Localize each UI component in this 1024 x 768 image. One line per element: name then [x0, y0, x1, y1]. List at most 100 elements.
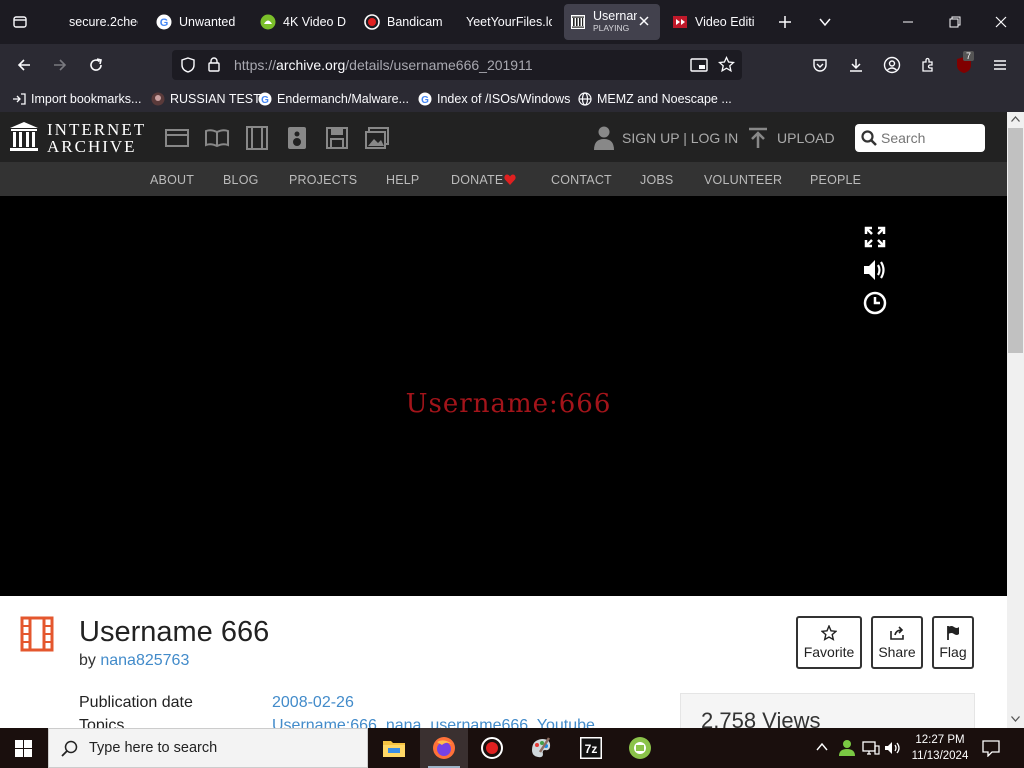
item-title: Username 666 [79, 616, 270, 648]
firefox-icon[interactable] [420, 728, 468, 768]
tab-3[interactable]: Bandicam [364, 4, 448, 40]
url-text[interactable]: https://archive.org/details/username666_… [234, 57, 533, 73]
notification-icon[interactable] [982, 739, 1000, 757]
video-film-icon[interactable] [245, 126, 269, 150]
publication-date-label: Publication date [79, 694, 193, 711]
tab-6[interactable]: Video Editi [672, 4, 758, 40]
taskbar-search-box[interactable]: Type here to search [48, 728, 368, 768]
archive-search-box[interactable] [855, 124, 985, 152]
video-player[interactable]: Username:666 [0, 196, 1007, 596]
texts-book-icon[interactable] [205, 126, 229, 150]
images-icon[interactable] [365, 126, 389, 150]
nav-donate[interactable]: DONATE [451, 173, 503, 187]
new-tab-icon[interactable] [771, 8, 799, 36]
search-icon[interactable] [861, 130, 877, 146]
tab-0[interactable]: secure.2checko [46, 4, 138, 40]
software-disk-icon[interactable] [325, 126, 349, 150]
taskbar-clock[interactable]: 12:27 PM 11/13/2024 [908, 732, 972, 764]
user-icon[interactable] [594, 126, 614, 150]
upload-link[interactable]: UPLOAD [777, 130, 835, 146]
share-button[interactable]: Share [871, 616, 923, 669]
close-tab-icon[interactable] [638, 15, 650, 27]
network-icon[interactable] [862, 740, 880, 756]
fullscreen-icon[interactable] [862, 224, 888, 250]
tab-overview-icon[interactable] [6, 8, 34, 36]
flag-button[interactable]: Flag [932, 616, 974, 669]
nav-jobs[interactable]: JOBS [640, 173, 673, 187]
item-byline: by nana825763 [79, 652, 189, 670]
signup-login-link[interactable]: SIGN UP | LOG IN [622, 130, 738, 146]
bookmark-import[interactable]: Import bookmarks... [12, 90, 141, 108]
restore-icon[interactable] [941, 8, 969, 36]
nav-projects[interactable]: PROJECTS [289, 173, 357, 187]
url-scheme: https:// [234, 57, 277, 73]
forward-arrow-icon[interactable] [46, 51, 74, 79]
nav-about[interactable]: ABOUT [150, 173, 194, 187]
bookmark-label: Endermanch/Malware... [277, 92, 410, 106]
audio-speaker-icon[interactable] [285, 126, 309, 150]
tracking-shield-icon[interactable] [180, 57, 196, 73]
heart-icon [504, 174, 516, 185]
scroll-up-icon[interactable] [1011, 116, 1020, 122]
picture-in-picture-icon[interactable] [690, 57, 708, 73]
archive-logo-text[interactable]: INTERNET ARCHIVE [47, 121, 146, 155]
pocket-icon[interactable] [806, 51, 834, 79]
account-icon[interactable] [878, 51, 906, 79]
views-panel: 2,758 Views [680, 693, 975, 733]
ublock-icon[interactable]: 7 [950, 51, 978, 79]
menu-hamburger-icon[interactable] [986, 51, 1014, 79]
publication-date-value[interactable]: 2008-02-26 [272, 694, 354, 712]
archive-logo-icon[interactable] [10, 122, 38, 152]
google-icon: G [156, 14, 172, 30]
flag-label: Flag [939, 644, 967, 660]
extensions-icon[interactable] [914, 51, 942, 79]
url-path: /details/username666_201911 [345, 57, 533, 73]
bandicam-icon[interactable] [468, 728, 516, 768]
tab-2[interactable]: 4K Video D [260, 4, 346, 40]
volume-icon[interactable] [862, 257, 888, 283]
7zip-icon[interactable]: 7z [567, 728, 615, 768]
favorite-label: Favorite [803, 644, 855, 660]
scrollbar-thumb[interactable] [1008, 128, 1023, 353]
back-arrow-icon[interactable] [10, 51, 38, 79]
nav-people[interactable]: PEOPLE [810, 173, 861, 187]
nav-volunteer[interactable]: VOLUNTEER [704, 173, 782, 187]
lock-icon[interactable] [207, 56, 221, 72]
downloads-icon[interactable] [842, 51, 870, 79]
tray-chevron-up-icon[interactable] [816, 742, 828, 752]
4k-video-downloader-icon[interactable] [616, 728, 664, 768]
windows-start-icon[interactable] [15, 740, 32, 757]
author-link[interactable]: nana825763 [100, 652, 189, 669]
search-input[interactable] [881, 128, 981, 148]
svg-text:G: G [160, 17, 169, 29]
people-tray-icon[interactable] [838, 739, 856, 757]
url-domain: archive.org [276, 57, 346, 73]
bookmark-star-icon[interactable] [718, 56, 735, 73]
upload-icon[interactable] [748, 127, 768, 149]
clock-icon[interactable] [862, 290, 888, 316]
url-bar[interactable]: https://archive.org/details/username666_… [172, 50, 742, 80]
bookmark-memz[interactable]: MEMZ and Noescape ... [578, 90, 732, 108]
bookmark-endermanch[interactable]: G Endermanch/Malware... [258, 90, 409, 108]
nav-help[interactable]: HELP [386, 173, 419, 187]
tab-label: 4K Video D [283, 15, 346, 29]
tab-4[interactable]: YeetYourFiles.lo [466, 4, 552, 40]
bookmark-isos[interactable]: G Index of /ISOs/Windows [418, 90, 570, 108]
favorite-button[interactable]: Favorite [796, 616, 862, 669]
tab-strip: secure.2checko G Unwanted 4K Video D Ban… [0, 0, 1024, 44]
nav-blog[interactable]: BLOG [223, 173, 259, 187]
file-explorer-icon[interactable] [370, 728, 418, 768]
nav-contact[interactable]: CONTACT [551, 173, 612, 187]
web-icon[interactable] [165, 126, 189, 150]
speaker-volume-icon[interactable] [884, 740, 902, 756]
scroll-down-icon[interactable] [1011, 716, 1020, 722]
paint-icon[interactable] [517, 728, 565, 768]
tab-1[interactable]: G Unwanted [156, 4, 242, 40]
bookmark-favicon [151, 92, 165, 106]
bookmark-russian-test[interactable]: RUSSIAN TEST [151, 90, 261, 108]
list-tabs-chevron-icon[interactable] [811, 8, 839, 36]
minimize-icon[interactable] [894, 8, 922, 36]
close-window-icon[interactable] [987, 8, 1015, 36]
tab-5-active[interactable]: Usernam PLAYING [564, 4, 660, 40]
reload-icon[interactable] [82, 51, 110, 79]
